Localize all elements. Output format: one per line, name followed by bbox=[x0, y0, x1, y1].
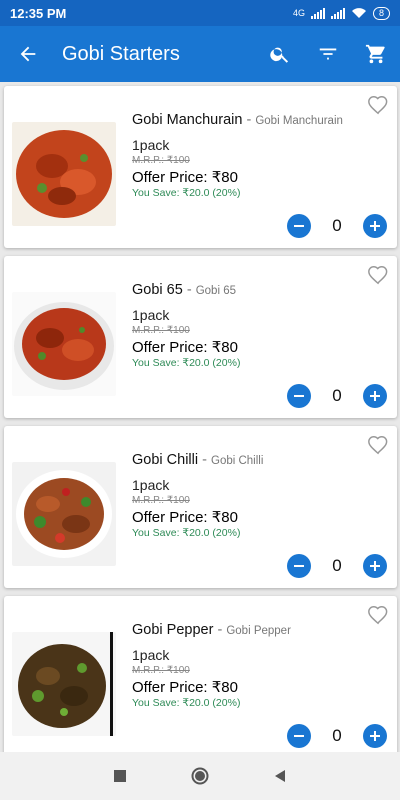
product-name: Gobi 65 bbox=[132, 282, 183, 298]
product-card[interactable]: Gobi 65 - Gobi 65 1pack M.R.P.: ₹100 Off… bbox=[4, 256, 397, 418]
quantity-stepper: 0 bbox=[287, 384, 387, 408]
product-image bbox=[12, 122, 116, 226]
product-pack: 1pack bbox=[132, 307, 170, 323]
plus-icon bbox=[370, 391, 380, 401]
network-type: 4G bbox=[292, 8, 305, 18]
minus-icon bbox=[294, 225, 304, 227]
product-savings: You Save: ₹20.0 (20%) bbox=[132, 527, 241, 539]
product-savings: You Save: ₹20.0 (20%) bbox=[132, 357, 241, 369]
product-name-line: Gobi 65 - Gobi 65 bbox=[132, 282, 387, 298]
search-icon bbox=[270, 47, 289, 63]
signal-icon bbox=[310, 7, 325, 19]
product-savings: You Save: ₹20.0 (20%) bbox=[132, 697, 241, 709]
plus-icon bbox=[370, 221, 380, 231]
quantity-stepper: 0 bbox=[287, 214, 387, 238]
product-info: Gobi Chilli - Gobi Chilli 1pack M.R.P.: … bbox=[132, 452, 387, 539]
cart-button[interactable] bbox=[352, 26, 400, 82]
quantity-value: 0 bbox=[332, 216, 342, 235]
heart-outline-icon[interactable] bbox=[367, 434, 389, 456]
product-subtitle: Gobi 65 bbox=[195, 285, 236, 297]
heart-outline-icon[interactable] bbox=[367, 264, 389, 286]
name-separator: - bbox=[246, 112, 252, 128]
quantity-stepper: 0 bbox=[287, 554, 387, 578]
page-title: Gobi Starters bbox=[62, 42, 180, 65]
plus-icon bbox=[370, 561, 380, 571]
home-button[interactable] bbox=[185, 761, 215, 791]
increase-button[interactable] bbox=[363, 214, 387, 238]
product-name-line: Gobi Manchurain - Gobi Manchurain bbox=[132, 112, 387, 128]
minus-icon bbox=[294, 735, 304, 737]
triangle-back-icon bbox=[275, 770, 285, 782]
minus-icon bbox=[294, 565, 304, 567]
filter-button[interactable] bbox=[304, 26, 352, 82]
product-image bbox=[12, 292, 116, 396]
cart-icon bbox=[365, 44, 385, 64]
product-name-line: Gobi Pepper - Gobi Pepper bbox=[132, 622, 387, 638]
battery-icon: 8 bbox=[372, 6, 390, 20]
product-mrp: M.R.P.: ₹100 bbox=[132, 155, 190, 166]
app-bar-actions bbox=[256, 26, 400, 82]
app-bar: Gobi Starters bbox=[0, 26, 400, 82]
product-card[interactable]: Gobi Pepper - Gobi Pepper 1pack M.R.P.: … bbox=[4, 596, 397, 752]
recents-button[interactable] bbox=[105, 761, 135, 791]
product-pack: 1pack bbox=[132, 647, 170, 663]
product-offer-price: Offer Price: ₹80 bbox=[132, 339, 238, 356]
product-subtitle: Gobi Manchurain bbox=[255, 115, 343, 127]
search-button[interactable] bbox=[256, 26, 304, 82]
product-image bbox=[12, 632, 116, 736]
product-info: Gobi Manchurain - Gobi Manchurain 1pack … bbox=[132, 112, 387, 199]
product-mrp: M.R.P.: ₹100 bbox=[132, 665, 190, 676]
decrease-button[interactable] bbox=[287, 724, 311, 748]
product-mrp: M.R.P.: ₹100 bbox=[132, 495, 190, 506]
filter-icon bbox=[319, 48, 337, 60]
product-pack: 1pack bbox=[132, 137, 170, 153]
product-info: Gobi 65 - Gobi 65 1pack M.R.P.: ₹100 Off… bbox=[132, 282, 387, 369]
status-icons: 4G 8 bbox=[292, 6, 390, 20]
quantity-value: 0 bbox=[332, 726, 342, 745]
product-card[interactable]: Gobi Manchurain - Gobi Manchurain 1pack … bbox=[4, 86, 397, 248]
nav-back-button[interactable] bbox=[265, 761, 295, 791]
product-name: Gobi Chilli bbox=[132, 452, 199, 468]
status-time: 12:35 PM bbox=[10, 5, 67, 21]
minus-icon bbox=[294, 395, 304, 397]
product-name: Gobi Pepper bbox=[132, 622, 214, 638]
wifi-icon bbox=[351, 8, 366, 18]
system-nav-bar bbox=[0, 752, 400, 800]
product-name: Gobi Manchurain bbox=[132, 112, 243, 128]
product-offer-price: Offer Price: ₹80 bbox=[132, 679, 238, 696]
name-separator: - bbox=[202, 452, 207, 468]
signal-icon-2 bbox=[330, 7, 345, 19]
square-icon bbox=[114, 770, 126, 782]
circle-icon bbox=[191, 767, 209, 785]
product-card[interactable]: Gobi Chilli - Gobi Chilli 1pack M.R.P.: … bbox=[4, 426, 397, 588]
product-offer-price: Offer Price: ₹80 bbox=[132, 169, 238, 186]
increase-button[interactable] bbox=[363, 724, 387, 748]
decrease-button[interactable] bbox=[287, 214, 311, 238]
quantity-stepper: 0 bbox=[287, 724, 387, 748]
increase-button[interactable] bbox=[363, 554, 387, 578]
product-mrp: M.R.P.: ₹100 bbox=[132, 325, 190, 336]
product-name-line: Gobi Chilli - Gobi Chilli bbox=[132, 452, 387, 468]
name-separator: - bbox=[186, 282, 192, 298]
heart-outline-icon[interactable] bbox=[367, 604, 389, 626]
plus-icon bbox=[370, 731, 380, 741]
product-savings: You Save: ₹20.0 (20%) bbox=[132, 187, 241, 199]
product-image bbox=[12, 462, 116, 566]
product-info: Gobi Pepper - Gobi Pepper 1pack M.R.P.: … bbox=[132, 622, 387, 709]
name-separator: - bbox=[217, 622, 223, 638]
product-subtitle: Gobi Chilli bbox=[211, 455, 264, 467]
back-button[interactable] bbox=[0, 26, 56, 82]
arrow-back-icon bbox=[20, 46, 36, 62]
quantity-value: 0 bbox=[332, 556, 342, 575]
decrease-button[interactable] bbox=[287, 554, 311, 578]
product-pack: 1pack bbox=[132, 477, 170, 493]
product-offer-price: Offer Price: ₹80 bbox=[132, 509, 238, 526]
quantity-value: 0 bbox=[332, 386, 342, 405]
product-list[interactable]: Gobi Manchurain - Gobi Manchurain 1pack … bbox=[0, 82, 400, 752]
status-bar: 12:35 PM 4G 8 bbox=[0, 0, 400, 26]
heart-outline-icon[interactable] bbox=[367, 94, 389, 116]
decrease-button[interactable] bbox=[287, 384, 311, 408]
product-subtitle: Gobi Pepper bbox=[226, 625, 291, 637]
increase-button[interactable] bbox=[363, 384, 387, 408]
